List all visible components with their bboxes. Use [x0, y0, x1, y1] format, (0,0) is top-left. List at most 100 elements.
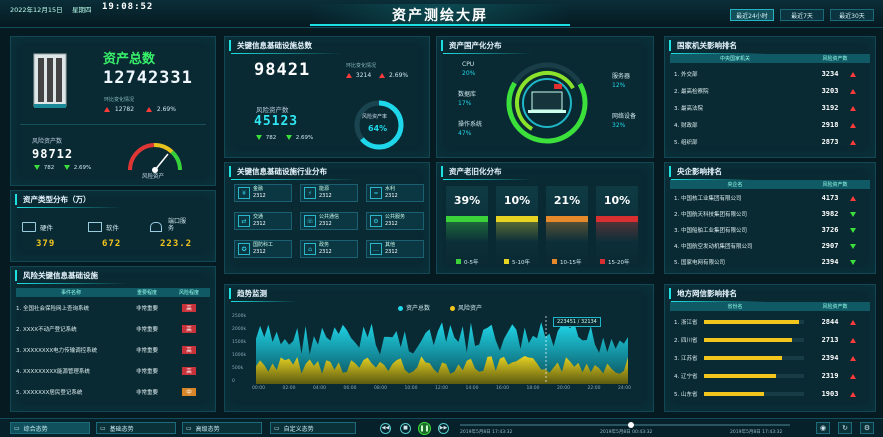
tab-basic-label: 基础态势 — [109, 425, 134, 433]
tab-overview[interactable]: ▭ 综合态势 — [10, 422, 90, 434]
rewind-icon[interactable]: ◀◀ — [380, 423, 391, 434]
industry-text: 能源 2312 — [319, 186, 332, 200]
industry-tile[interactable]: ⚙ 公共服务 2312 — [366, 212, 424, 230]
timeline-current: 2019年5月8日 00:43:32 — [600, 430, 653, 435]
stop-icon[interactable]: ■ — [400, 423, 411, 434]
tab-custom[interactable]: ▭ 自定义态势 — [270, 422, 356, 434]
industry-tile[interactable]: ⚡ 能源 2312 — [300, 184, 358, 202]
localization-item: CPU 20% — [462, 60, 475, 78]
x-tick: 06:00 — [343, 386, 357, 391]
software-icon — [88, 222, 102, 232]
timeline-handle[interactable] — [628, 422, 634, 428]
localization-value: 47% — [458, 130, 472, 137]
localization-item: 服务器 12% — [612, 72, 630, 90]
up-arrow-icon — [850, 355, 856, 361]
tab-basic[interactable]: ▭ 基础态势 — [96, 422, 176, 434]
col-region: 省份名 — [727, 304, 743, 310]
table-row[interactable]: 1. 全国社会保险网上查询系统 非常重要 高 — [16, 300, 210, 316]
range-30d-button[interactable]: 最近30天 — [830, 9, 874, 21]
forward-icon[interactable]: ▶▶ — [438, 423, 449, 434]
industry-tile[interactable]: ☏ 公共通信 2312 — [300, 212, 358, 230]
industry-icon: ⚙ — [370, 215, 382, 227]
rank-row[interactable]: 3. 江苏省 2394 — [674, 352, 870, 364]
asset-change-label: 环比变化情况 — [104, 97, 135, 103]
x-tick: 14:00 — [465, 386, 479, 391]
industry-tile[interactable]: ✪ 国防科工 2312 — [234, 240, 292, 258]
industry-label: 能源 — [319, 186, 330, 192]
rank-row[interactable]: 2. 中国航天科技集团有限公司 3982 — [674, 208, 870, 220]
rank-row[interactable]: 2. 最高检察院 3203 — [674, 85, 870, 97]
aging-value: 39% — [453, 194, 481, 207]
industry-tile[interactable]: ≈ 水利 2312 — [366, 184, 424, 202]
rank-row[interactable]: 3. 中国船舶工业集团有限公司 3726 — [674, 224, 870, 236]
rank-name: 3. 最高法院 — [674, 106, 703, 112]
down-arrow-icon — [850, 243, 856, 249]
table-row[interactable]: 4. XXXXXXXXX能源管理系统 非常重要 高 — [16, 363, 210, 379]
key-infra-value: 98421 — [254, 60, 311, 80]
rank-value: 3203 — [821, 87, 839, 95]
down-arrow-icon — [850, 259, 856, 265]
rank-row[interactable]: 1. 中国核工业集团有限公司 4173 — [674, 192, 870, 204]
risk-badge: 高 — [168, 304, 210, 312]
rank-name: 1. 中国核工业集团有限公司 — [674, 196, 742, 202]
rank-row[interactable]: 5. 组织部 2873 — [674, 136, 870, 148]
risk-asset-label: 风险资产数 — [32, 138, 63, 145]
tab-advanced[interactable]: ▭ 高级态势 — [182, 422, 262, 434]
key-infra-risk-count: 782 — [265, 135, 277, 141]
rank-bar-fill — [704, 356, 782, 360]
rank-row[interactable]: 4. 中国航空发动机集团有限公司 2907 — [674, 240, 870, 252]
industry-label: 政务 — [319, 242, 330, 248]
localization-item: 网络设备 32% — [612, 112, 636, 130]
table-row[interactable]: 3. XXXXXXXX电力传输调控系统 非常重要 高 — [16, 342, 210, 358]
rank-row[interactable]: 5. 山东省 1903 — [674, 388, 870, 400]
rank-row[interactable]: 2. 四川省 2713 — [674, 334, 870, 346]
industry-icon: … — [370, 243, 382, 255]
timeline-track[interactable] — [460, 424, 790, 426]
rank-value: 3726 — [821, 226, 839, 234]
rank-row[interactable]: 5. 国家电网有限公司 2394 — [674, 256, 870, 268]
rank-row[interactable]: 4. 辽宁省 2319 — [674, 370, 870, 382]
x-tick: 08:00 — [374, 386, 387, 391]
down-arrow-icon — [64, 165, 70, 170]
up-arrow-icon — [850, 122, 856, 128]
y-tick: 1500k — [232, 340, 247, 345]
x-tick: 00:00 — [252, 386, 265, 391]
rank-bar-fill — [704, 374, 776, 378]
settings-icon[interactable]: ⚙ — [860, 422, 874, 434]
rank-value: 3192 — [821, 104, 839, 112]
up-arrow-icon — [850, 391, 856, 397]
rank-row[interactable]: 1. 外交部 3234 — [674, 68, 870, 80]
key-infra-change-label: 环比变化情况 — [346, 63, 377, 69]
tab-custom-label: 自定义态势 — [283, 425, 314, 433]
rank-name: 1. 浙江省 — [674, 320, 698, 326]
industry-value: 2312 — [319, 221, 332, 227]
industry-tile[interactable]: ¥ 金融 2312 — [234, 184, 292, 202]
industry-tile[interactable]: ⌂ 政务 2312 — [300, 240, 358, 258]
down-arrow-icon — [34, 165, 40, 170]
eye-icon[interactable]: ◉ — [816, 422, 830, 434]
x-tick: 18:00 — [526, 386, 540, 391]
rank-row[interactable]: 1. 浙江省 2844 — [674, 316, 870, 328]
industry-tile[interactable]: … 其他 2312 — [366, 240, 424, 258]
importance: 非常重要 — [135, 348, 158, 354]
rank-bar-track — [704, 374, 804, 378]
rank-row[interactable]: 3. 最高法院 3192 — [674, 102, 870, 114]
pause-icon[interactable]: ❚❚ — [418, 422, 431, 435]
rank-name: 2. 中国航天科技集团有限公司 — [674, 212, 747, 218]
legend-total: 资产总数 — [406, 305, 431, 312]
rank-value: 2319 — [821, 372, 839, 380]
importance: 非常重要 — [135, 306, 158, 312]
risk-badge: 高 — [168, 367, 210, 375]
table-row[interactable]: 2. XXXX不动产登记系统 非常重要 高 — [16, 321, 210, 337]
table-row[interactable]: 5. XXXXXXX居民登记系统 非常重要 中 — [16, 384, 210, 400]
localization-label: CPU — [462, 61, 475, 68]
industry-tile[interactable]: ⇄ 交通 2312 — [234, 212, 292, 230]
refresh-icon[interactable]: ↻ — [838, 422, 852, 434]
range-24h-button[interactable]: 最近24小时 — [730, 9, 774, 21]
risk-change-pct: 2.69% — [73, 165, 92, 171]
ministry-rank-title: 国家机关影响排名 — [669, 40, 767, 54]
range-7d-button[interactable]: 最近7天 — [780, 9, 824, 21]
industry-text: 水利 2312 — [385, 186, 398, 200]
risk-badge: 中 — [168, 388, 210, 396]
rank-row[interactable]: 4. 财政部 2918 — [674, 119, 870, 131]
